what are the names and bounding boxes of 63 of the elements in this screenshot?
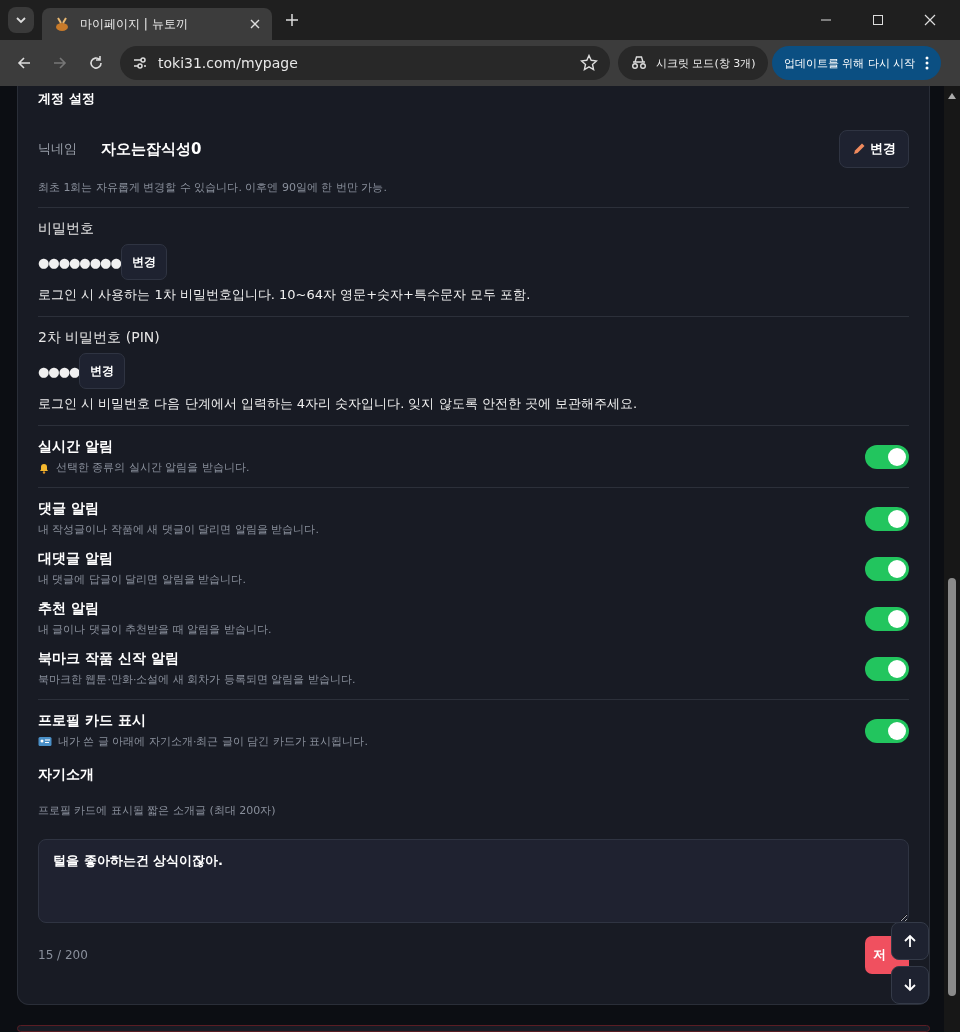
password-hint: 로그인 시 사용하는 1차 비밀번호입니다. 10~64자 영문+숫자+특수문자 모두 포함. (38, 286, 532, 304)
setting-title: 댓글 알림 (38, 500, 100, 518)
setting-description: 내 댓글에 답글이 달리면 알림을 받습니다. (38, 572, 246, 587)
password-label: 2차 비밀번호 (PIN) (38, 329, 161, 347)
incognito-icon (630, 56, 648, 70)
close-icon[interactable] (250, 19, 260, 29)
forward-icon[interactable] (52, 55, 68, 71)
star-icon[interactable] (580, 54, 598, 72)
new-tab-icon[interactable] (286, 14, 298, 26)
maximize-icon[interactable] (872, 14, 884, 26)
update-button[interactable]: 업데이트를 위해 다시 시작 (771, 46, 942, 80)
intro-textarea[interactable]: 털을 좋아하는건 상식이잖아. (38, 839, 909, 923)
character-count: 15 / 200 (38, 948, 88, 962)
password-hint: 로그인 시 비밀번호 다음 단계에서 입력하는 4자리 숫자입니다. 잊지 않도록 안전한 곳에 보관해주세요. (38, 395, 639, 413)
reload-icon[interactable] (88, 55, 104, 71)
setting-title: 북마크 작품 신작 알림 (38, 650, 180, 668)
toggle-switch[interactable] (865, 444, 909, 469)
intro-title: 자기소개 (38, 766, 95, 784)
scroll-top-button[interactable] (891, 922, 929, 960)
close-icon[interactable] (924, 14, 936, 26)
intro-hint: 프로필 카드에 표시될 짧은 소개글 (최대 200자) (38, 803, 277, 818)
toggle-switch[interactable] (865, 656, 909, 681)
edit-button[interactable]: 변경 (839, 130, 909, 168)
section-title: 계정 설정 (38, 90, 96, 108)
change-button[interactable]: 변경 (79, 353, 126, 389)
pencil-icon (852, 142, 866, 156)
setting-title: 실시간 알림 (38, 438, 114, 456)
setting-description: 내가 쓴 글 아래에 자기소개·최근 글이 담긴 카드가 표시됩니다. (58, 734, 368, 749)
more-icon (925, 56, 930, 70)
password-label: 비밀번호 (38, 220, 95, 238)
setting-title: 대댓글 알림 (38, 550, 114, 568)
scroll-bottom-button[interactable] (891, 966, 929, 1004)
incognito-indicator[interactable]: 시크릿 모드(창 3개) (618, 46, 768, 80)
password-mask: ●●●● (38, 363, 80, 379)
arrow-down-icon (903, 978, 917, 992)
toggle-switch[interactable] (865, 718, 909, 743)
scrollbar-thumb[interactable] (948, 578, 956, 996)
toggle-switch[interactable] (865, 556, 909, 581)
scrollbar[interactable] (944, 86, 960, 1032)
setting-description: 내 글이나 댓글이 추천받을 때 알림을 받습니다. (38, 622, 272, 637)
nickname-hint: 최초 1회는 자유롭게 변경할 수 있습니다. 이후엔 90일에 한 번만 가능. (38, 180, 388, 195)
back-icon[interactable] (16, 55, 32, 71)
nickname-value: 자오는잡식성0 (101, 139, 202, 159)
nickname-label: 닉네임 (38, 140, 77, 158)
setting-description: 내 작성글이나 작품에 새 댓글이 달리면 알림을 받습니다. (38, 522, 319, 537)
bell-icon (38, 461, 50, 474)
setting-description: 선택한 종류의 실시간 알림을 받습니다. (56, 460, 250, 475)
chevron-down-icon (15, 14, 27, 26)
setting-title: 추천 알림 (38, 600, 100, 618)
toggle-switch[interactable] (865, 606, 909, 631)
toggle-switch[interactable] (865, 506, 909, 531)
browser-tab[interactable]: 마이페이지 | 뉴토끼 (42, 8, 272, 40)
setting-title: 프로필 카드 표시 (38, 712, 147, 730)
id-card-icon (38, 736, 52, 747)
site-settings-icon[interactable] (132, 55, 148, 71)
tab-search-button[interactable] (8, 7, 34, 33)
scroll-up-icon[interactable] (947, 92, 957, 100)
arrow-up-icon (903, 934, 917, 948)
address-bar[interactable]: toki31.com/mypage (120, 46, 610, 80)
password-mask: ●●●●●●●● (38, 254, 121, 270)
tab-title: 마이페이지 | 뉴토끼 (80, 15, 189, 33)
setting-description: 북마크한 웹툰·만화·소설에 새 회차가 등록되면 알림을 받습니다. (38, 672, 356, 687)
change-button[interactable]: 변경 (120, 244, 167, 280)
